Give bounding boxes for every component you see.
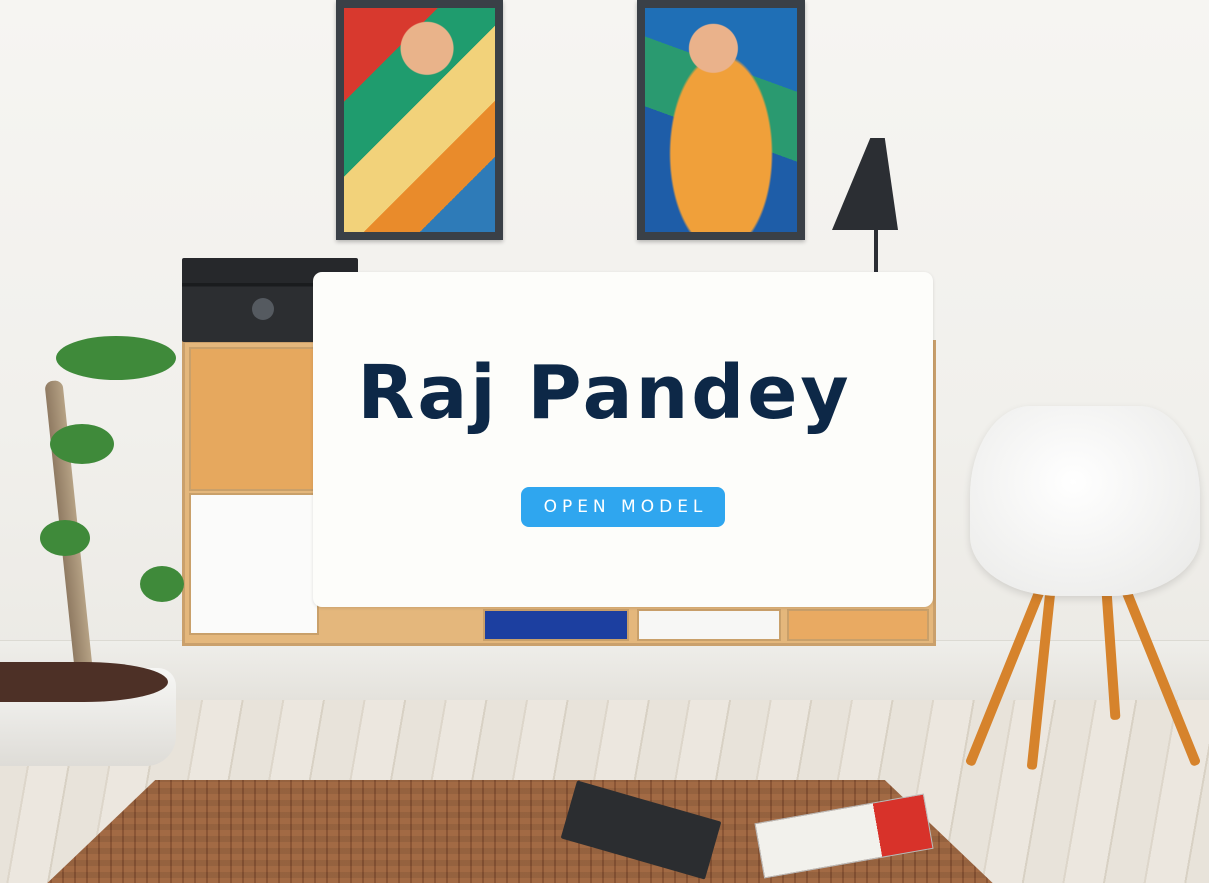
hero-card <box>313 272 933 607</box>
cabinet-drawer <box>637 609 781 641</box>
lamp-pole <box>874 228 878 278</box>
leaf <box>140 566 184 602</box>
open-model-button[interactable]: OPEN MODEL <box>521 487 725 527</box>
plant-soil <box>0 662 168 702</box>
baseboard <box>0 640 1209 701</box>
cabinet-drawer <box>483 609 629 641</box>
cabinet-door <box>189 493 319 635</box>
painting-left <box>336 0 503 240</box>
page-title: Raj Pandey <box>357 350 852 436</box>
leaf <box>40 520 90 556</box>
painting-right <box>637 0 805 240</box>
cabinet-drawer <box>787 609 929 641</box>
